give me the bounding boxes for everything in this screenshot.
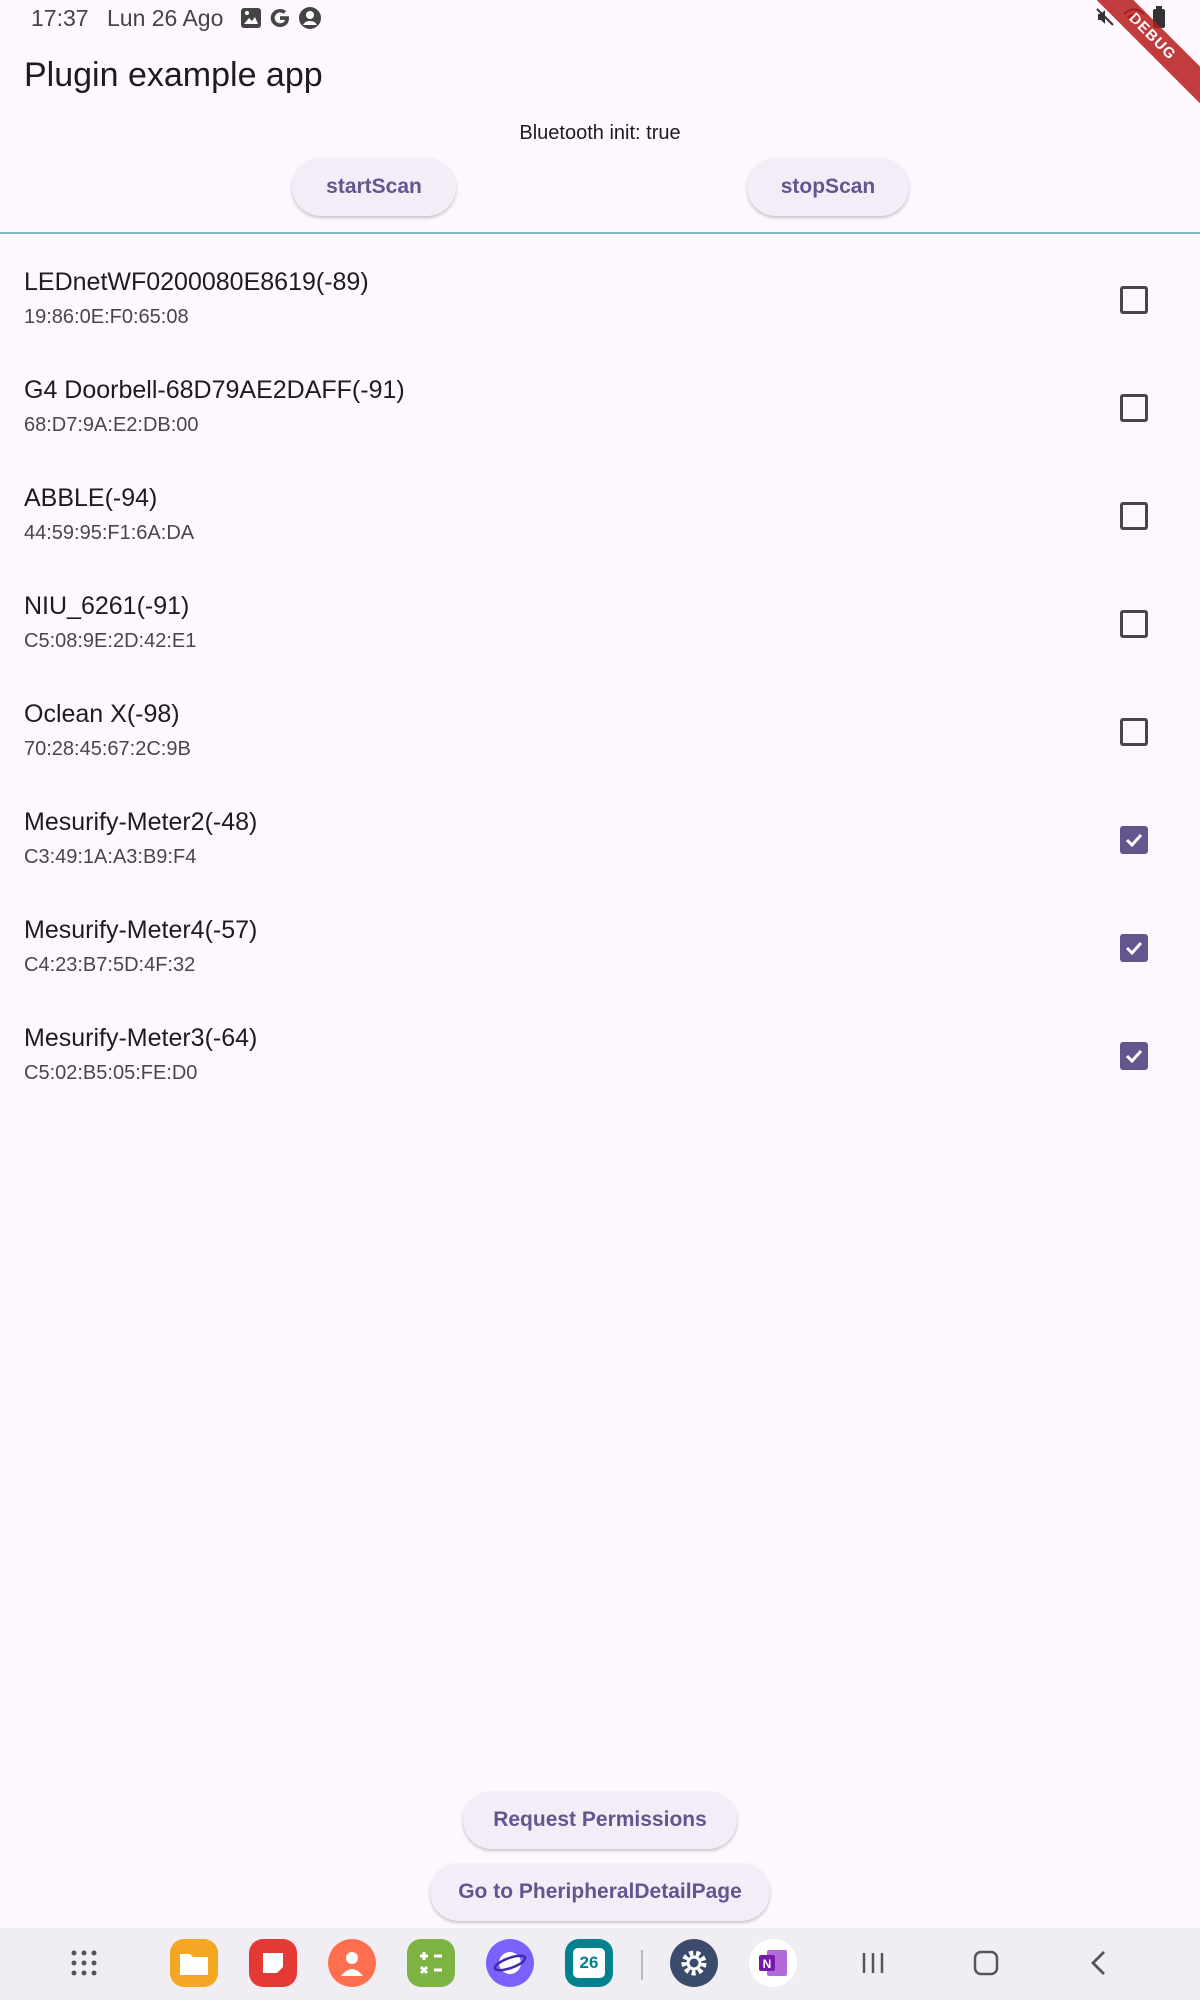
go-detail-page-button[interactable]: Go to PheripheralDetailPage xyxy=(430,1863,770,1921)
start-scan-button[interactable]: startScan xyxy=(292,158,456,216)
account-icon xyxy=(298,6,322,35)
device-name: Mesurify-Meter2(-48) xyxy=(24,808,258,836)
divider xyxy=(0,232,1200,234)
app-drawer-icon[interactable] xyxy=(59,1938,109,1988)
internet-icon[interactable] xyxy=(485,1938,535,1988)
status-time: 17:37 xyxy=(31,5,89,31)
status-date: Lun 26 Ago xyxy=(107,5,224,31)
device-mac: 68:D7:9A:E2:DB:00 xyxy=(24,414,199,436)
settings-icon[interactable] xyxy=(669,1938,719,1988)
status-notification-icons xyxy=(240,6,322,35)
svg-text:N: N xyxy=(763,1957,772,1971)
back-icon[interactable] xyxy=(1074,1938,1124,1988)
device-mac: C3:49:1A:A3:B9:F4 xyxy=(24,846,197,868)
device-name: G4 Doorbell-68D79AE2DAFF(-91) xyxy=(24,376,405,404)
device-checkbox[interactable] xyxy=(1120,1042,1148,1070)
device-name: Mesurify-Meter4(-57) xyxy=(24,916,258,944)
device-checkbox[interactable] xyxy=(1120,826,1148,854)
calendar-day: 26 xyxy=(573,1948,605,1978)
calendar-icon[interactable]: 26 xyxy=(564,1938,614,1988)
bluetooth-status: Bluetooth init: true xyxy=(519,122,681,144)
device-row[interactable]: NIU_6261(-91) C5:08:9E:2D:42:E1 xyxy=(0,576,1200,684)
stop-scan-button[interactable]: stopScan xyxy=(747,158,909,216)
device-row[interactable]: Mesurify-Meter2(-48) C3:49:1A:A3:B9:F4 xyxy=(0,792,1200,900)
device-mac: 70:28:45:67:2C:9B xyxy=(24,738,191,760)
device-name: Oclean X(-98) xyxy=(24,700,180,728)
app-title: Plugin example app xyxy=(24,56,323,94)
device-name: LEDnetWF0200080E8619(-89) xyxy=(24,268,369,296)
device-checkbox[interactable] xyxy=(1120,718,1148,746)
checkmark-icon xyxy=(1125,833,1143,848)
device-mac: 44:59:95:F1:6A:DA xyxy=(24,522,195,544)
taskbar-separator xyxy=(641,1950,643,1980)
device-list: LEDnetWF0200080E8619(-89) 19:86:0E:F0:65… xyxy=(0,252,1200,1116)
device-mac: C5:02:B5:05:FE:D0 xyxy=(24,1062,198,1084)
device-checkbox[interactable] xyxy=(1120,394,1148,422)
status-bar: 17:37 Lun 26 Ago xyxy=(0,0,1200,40)
device-row[interactable]: Oclean X(-98) 70:28:45:67:2C:9B xyxy=(0,684,1200,792)
device-checkbox[interactable] xyxy=(1120,286,1148,314)
taskbar: 26 N xyxy=(0,1928,1200,2000)
calculator-icon[interactable] xyxy=(406,1938,456,1988)
device-mac: C4:23:B7:5D:4F:32 xyxy=(24,954,196,976)
device-checkbox[interactable] xyxy=(1120,934,1148,962)
checkmark-icon xyxy=(1125,1049,1143,1064)
request-permissions-button[interactable]: Request Permissions xyxy=(463,1791,737,1849)
device-row[interactable]: ABBLE(-94) 44:59:95:F1:6A:DA xyxy=(0,468,1200,576)
device-name: NIU_6261(-91) xyxy=(24,592,190,620)
google-icon xyxy=(268,6,292,35)
files-icon[interactable] xyxy=(169,1938,219,1988)
contacts-icon[interactable] xyxy=(327,1938,377,1988)
device-mac: C5:08:9E:2D:42:E1 xyxy=(24,630,197,652)
recents-icon[interactable] xyxy=(848,1938,898,1988)
device-row[interactable]: Mesurify-Meter3(-64) C5:02:B5:05:FE:D0 xyxy=(0,1008,1200,1116)
device-mac: 19:86:0E:F0:65:08 xyxy=(24,306,189,328)
home-icon[interactable] xyxy=(961,1938,1011,1988)
onenote-icon[interactable]: N xyxy=(748,1938,798,1988)
device-name: Mesurify-Meter3(-64) xyxy=(24,1024,258,1052)
device-row[interactable]: G4 Doorbell-68D79AE2DAFF(-91) 68:D7:9A:E… xyxy=(0,360,1200,468)
checkmark-icon xyxy=(1125,941,1143,956)
device-name: ABBLE(-94) xyxy=(24,484,158,512)
device-checkbox[interactable] xyxy=(1120,610,1148,638)
device-row[interactable]: Mesurify-Meter4(-57) C4:23:B7:5D:4F:32 xyxy=(0,900,1200,1008)
device-checkbox[interactable] xyxy=(1120,502,1148,530)
device-row[interactable]: LEDnetWF0200080E8619(-89) 19:86:0E:F0:65… xyxy=(0,252,1200,360)
notes-icon[interactable] xyxy=(248,1938,298,1988)
gallery-icon xyxy=(240,7,262,34)
